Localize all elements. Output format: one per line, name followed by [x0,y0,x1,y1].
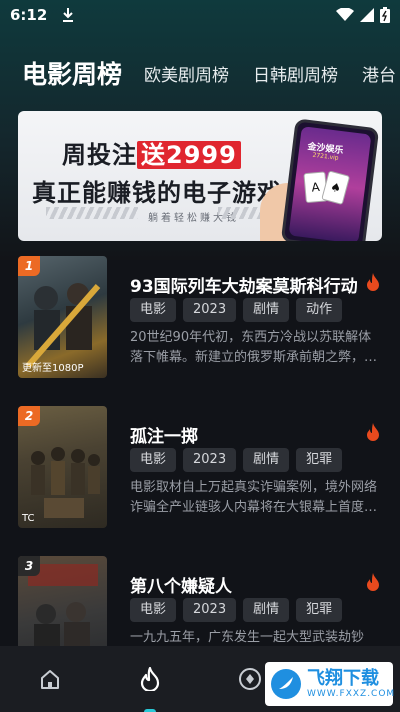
tag-year[interactable]: 2023 [183,298,237,322]
ad-banner[interactable]: 周投注 送2999 真正能赚钱的电子游戏 躺着轻松赚大钱 金沙娱乐 2721.vi… [18,111,382,241]
tag-genre[interactable]: 剧情 [243,448,290,472]
rank-badge: 2 [18,406,40,426]
watermark-main: 飞翔下载 [307,668,379,689]
item-description: 20世纪90年代初，东西方冷战以苏联解体落下帷幕。新建立的俄罗斯承前朝之弊，… [130,330,378,365]
fire-icon [367,573,379,591]
status-icons [336,7,390,23]
banner-decoration [46,207,138,219]
nav-discover[interactable] [230,659,270,699]
nav-hot[interactable] [130,659,170,712]
tag-genre[interactable]: 犯罪 [296,448,343,472]
tag-year[interactable]: 2023 [183,448,237,472]
phone-image: 金沙娱乐 2721.vip A ♠ [280,118,380,241]
tag-type[interactable]: 电影 [130,448,177,472]
fire-icon [140,667,160,691]
tab-jpkr-series-weekly[interactable]: 日韩剧周榜 [253,61,338,86]
wifi-icon [336,8,354,21]
poster-image[interactable]: 2 TC [18,406,107,528]
tab-hktw[interactable]: 港台 [362,61,396,86]
rank-badge: 1 [18,256,40,276]
item-title[interactable]: 93国际列车大劫案莫斯科行动 [130,272,358,297]
tag-list: 电影 2023 剧情 犯罪 [130,448,343,472]
battery-icon [380,7,390,23]
tag-list: 电影 2023 剧情 动作 [130,298,343,322]
list-item[interactable]: 2 TC 孤注一掷 电影 2023 剧情 犯罪 电影取材自上万起真实诈骗案例，境… [0,406,400,530]
tag-year[interactable]: 2023 [183,598,237,622]
item-title[interactable]: 第八个嫌疑人 [130,572,232,597]
watermark-sub: WWW.FXXZ.COM [307,689,396,699]
watermark-text: 飞翔下载 WWW.FXXZ.COM [307,668,396,700]
fire-icon [367,273,379,291]
banner-subheadline: 真正能赚钱的电子游戏 [32,179,282,207]
rank-badge: 3 [18,556,40,576]
banner-headline-prefix: 周投注 [62,141,137,169]
banner-headline-highlight: 送2999 [137,141,241,169]
update-status: 更新至1080P [22,363,84,374]
fire-icon [367,423,379,441]
watermark-logo: 飞翔下载 WWW.FXXZ.COM [265,662,396,706]
banner-headline: 周投注 送2999 [62,135,241,170]
home-icon [41,670,59,689]
nav-home[interactable] [30,659,70,699]
item-description: 一九九五年，广东发生一起大型武装劫钞 [130,630,365,645]
update-status: TC [22,513,35,524]
poster-image[interactable]: 1 更新至1080P [18,256,107,378]
tag-genre[interactable]: 剧情 [243,598,290,622]
status-time: 6:12 [10,6,48,24]
tag-type[interactable]: 电影 [130,298,177,322]
download-icon [61,7,75,23]
status-bar: 6:12 [0,0,400,30]
tag-genre[interactable]: 动作 [296,298,343,322]
tag-type[interactable]: 电影 [130,598,177,622]
tag-genre[interactable]: 犯罪 [296,598,343,622]
tab-western-series-weekly[interactable]: 欧美剧周榜 [144,61,229,86]
discover-icon [239,668,261,690]
item-description: 电影取材自上万起真实诈骗案例，境外网络诈骗全产业链骇人内幕将在大银幕上首度… [130,480,378,515]
phone-screen: 金沙娱乐 2721.vip A ♠ [288,126,372,241]
list-item[interactable]: 1 更新至1080P 93国际列车大劫案莫斯科行动 电影 2023 剧情 动作 … [0,256,400,380]
item-title[interactable]: 孤注一掷 [130,422,198,447]
tag-list: 电影 2023 剧情 犯罪 [130,598,343,622]
signal-icon [360,8,374,22]
tab-bar: 电影周榜 欧美剧周榜 日韩剧周榜 港台 [0,50,400,96]
watermark-icon [271,669,301,699]
tab-movie-weekly[interactable]: 电影周榜 [22,55,122,91]
tag-genre[interactable]: 剧情 [243,298,290,322]
